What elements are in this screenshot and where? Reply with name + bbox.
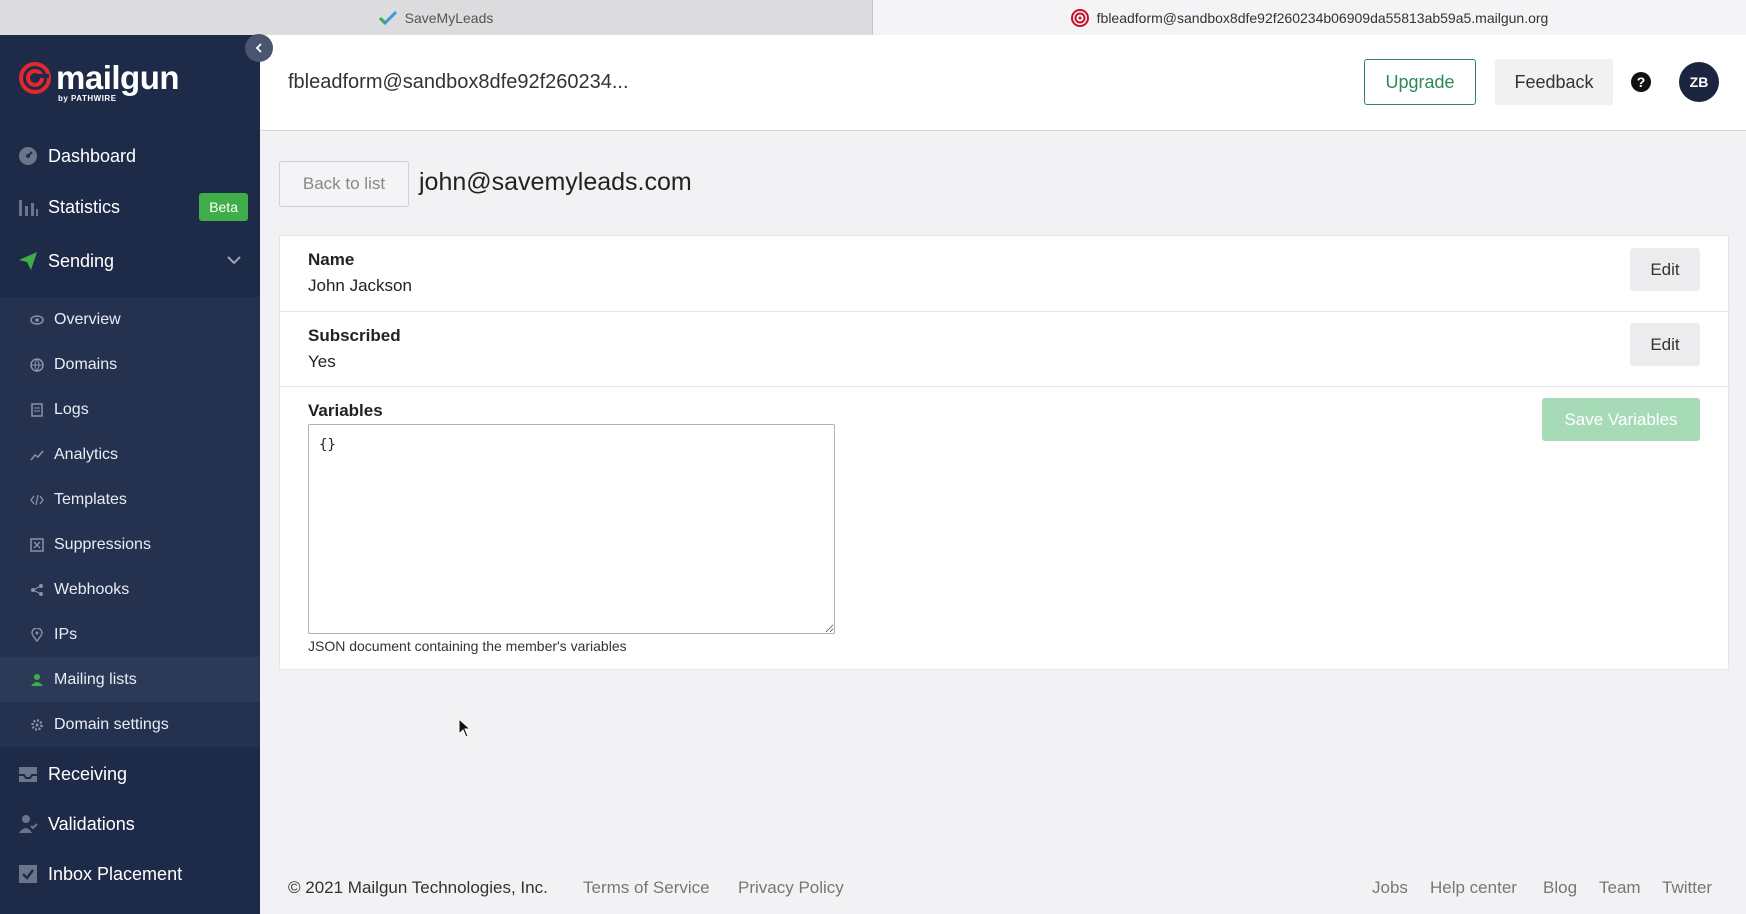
sidebar-item-dashboard[interactable]: Dashboard	[0, 132, 260, 180]
edit-name-button[interactable]: Edit	[1630, 248, 1700, 291]
sidebar-item-label: Sending	[48, 250, 115, 271]
sidebar-item-ips[interactable]: IPs	[0, 612, 260, 657]
mouse-cursor-icon	[458, 717, 472, 743]
sidebar-item-label: Webhooks	[54, 580, 130, 598]
browser-tab-bar: SaveMyLeads fbleadform@sandbox8dfe92f260…	[0, 0, 1746, 35]
sidebar-item-label: Dashboard	[48, 145, 137, 166]
top-header: fbleadform@sandbox8dfe92f260234... Upgra…	[260, 35, 1746, 131]
sending-submenu: Overview Domains Logs Analytics Template…	[0, 297, 260, 747]
logo-subtitle: by PATHWIRE	[58, 94, 117, 103]
save-variables-button[interactable]: Save Variables	[1542, 398, 1700, 441]
bar-chart-icon	[18, 197, 38, 217]
document-icon	[30, 402, 44, 417]
footer: © 2021 Mailgun Technologies, Inc. Terms …	[260, 872, 1746, 914]
help-center-link[interactable]: Help center	[1430, 878, 1517, 898]
user-check-icon	[18, 814, 38, 834]
sidebar-item-domains[interactable]: Domains	[0, 342, 260, 387]
copyright-text: © 2021 Mailgun Technologies, Inc.	[288, 878, 548, 897]
team-link[interactable]: Team	[1599, 878, 1641, 898]
sidebar-item-overview[interactable]: Overview	[0, 297, 260, 342]
sidebar-item-label: Templates	[54, 490, 127, 508]
sidebar: mailgun by PATHWIRE Dashboard Statistics…	[0, 35, 260, 914]
sidebar-item-logs[interactable]: Logs	[0, 387, 260, 432]
help-icon[interactable]: ?	[1631, 72, 1651, 92]
sidebar-item-receiving[interactable]: Receiving	[0, 750, 260, 798]
mailgun-logo[interactable]: mailgun by PATHWIRE	[18, 59, 180, 103]
upgrade-button[interactable]: Upgrade	[1364, 59, 1476, 105]
x-box-icon	[30, 537, 44, 552]
back-to-list-button[interactable]: Back to list	[279, 161, 409, 207]
sidebar-item-webhooks[interactable]: Webhooks	[0, 567, 260, 612]
sidebar-item-validations[interactable]: Validations	[0, 800, 260, 848]
gear-icon	[30, 718, 44, 732]
paper-plane-icon	[18, 251, 38, 271]
eye-icon	[30, 313, 44, 327]
browser-tab-savemyleads[interactable]: SaveMyLeads	[0, 0, 873, 35]
subscribed-row: Subscribed Yes Edit	[280, 312, 1730, 387]
logo-text: mailgun	[56, 59, 180, 96]
member-email-heading: john@savemyleads.com	[419, 168, 692, 196]
variables-label: Variables	[308, 401, 383, 420]
edit-subscribed-button[interactable]: Edit	[1630, 323, 1700, 366]
sidebar-item-templates[interactable]: Templates	[0, 477, 260, 522]
subscribed-value: Yes	[308, 352, 336, 371]
sidebar-item-label: Mailing lists	[54, 670, 137, 688]
browser-tab-mailgun[interactable]: fbleadform@sandbox8dfe92f260234b06909da5…	[873, 0, 1746, 35]
person-icon	[30, 673, 44, 687]
sidebar-item-analytics[interactable]: Analytics	[0, 432, 260, 477]
variables-textarea[interactable]	[308, 424, 835, 634]
beta-badge: Beta	[199, 193, 248, 221]
sidebar-item-label: Domains	[54, 355, 118, 373]
globe-icon	[30, 357, 44, 372]
share-icon	[30, 583, 44, 597]
inbox-icon	[18, 764, 38, 784]
sidebar-item-label: Overview	[54, 310, 121, 328]
feedback-button[interactable]: Feedback	[1495, 59, 1613, 105]
name-label: Name	[308, 250, 355, 269]
variables-help-text: JSON document containing the member's va…	[308, 638, 627, 654]
terms-link[interactable]: Terms of Service	[583, 878, 710, 898]
jobs-link[interactable]: Jobs	[1372, 878, 1408, 898]
sidebar-item-label: Validations	[48, 813, 135, 834]
sidebar-item-inbox-placement[interactable]: Inbox Placement	[0, 850, 260, 898]
sidebar-item-label: Receiving	[48, 763, 128, 784]
tab-title: fbleadform@sandbox8dfe92f260234b06909da5…	[1096, 9, 1549, 26]
code-icon	[30, 493, 44, 507]
user-avatar[interactable]: ZB	[1679, 62, 1719, 102]
checkbox-icon	[18, 864, 38, 884]
tab-title: SaveMyLeads	[404, 9, 494, 26]
sidebar-item-domain-settings[interactable]: Domain settings	[0, 702, 260, 747]
checkmark-icon	[378, 9, 397, 27]
mailgun-logo-icon	[1070, 8, 1089, 27]
sidebar-item-statistics[interactable]: Statistics Beta	[0, 183, 260, 231]
sidebar-collapse-button[interactable]	[245, 34, 273, 62]
sidebar-item-mailing-lists[interactable]: Mailing lists	[0, 657, 260, 702]
sidebar-item-label: Inbox Placement	[48, 863, 183, 884]
sidebar-item-label: Statistics	[48, 196, 121, 217]
dashboard-icon	[18, 146, 38, 166]
privacy-link[interactable]: Privacy Policy	[738, 878, 844, 898]
subscribed-label: Subscribed	[308, 326, 401, 345]
sidebar-item-label: IPs	[54, 625, 78, 643]
mailgun-logo-icon	[19, 62, 51, 94]
name-value: John Jackson	[308, 276, 412, 295]
chevron-down-icon	[226, 252, 242, 273]
trend-icon	[30, 448, 44, 462]
domain-title: fbleadform@sandbox8dfe92f260234...	[288, 71, 629, 93]
sidebar-item-label: Domain settings	[54, 715, 169, 733]
blog-link[interactable]: Blog	[1543, 878, 1577, 898]
member-details-card: Name John Jackson Edit Subscribed Yes Ed…	[279, 235, 1730, 670]
name-row: Name John Jackson Edit	[280, 236, 1730, 312]
location-pin-icon	[30, 627, 44, 642]
sidebar-item-label: Analytics	[54, 445, 119, 463]
sidebar-item-suppressions[interactable]: Suppressions	[0, 522, 260, 567]
twitter-link[interactable]: Twitter	[1662, 878, 1712, 898]
sidebar-item-label: Logs	[54, 400, 89, 418]
chevron-left-icon	[255, 43, 262, 53]
sidebar-item-sending[interactable]: Sending	[0, 237, 260, 285]
sidebar-item-label: Suppressions	[54, 535, 151, 553]
